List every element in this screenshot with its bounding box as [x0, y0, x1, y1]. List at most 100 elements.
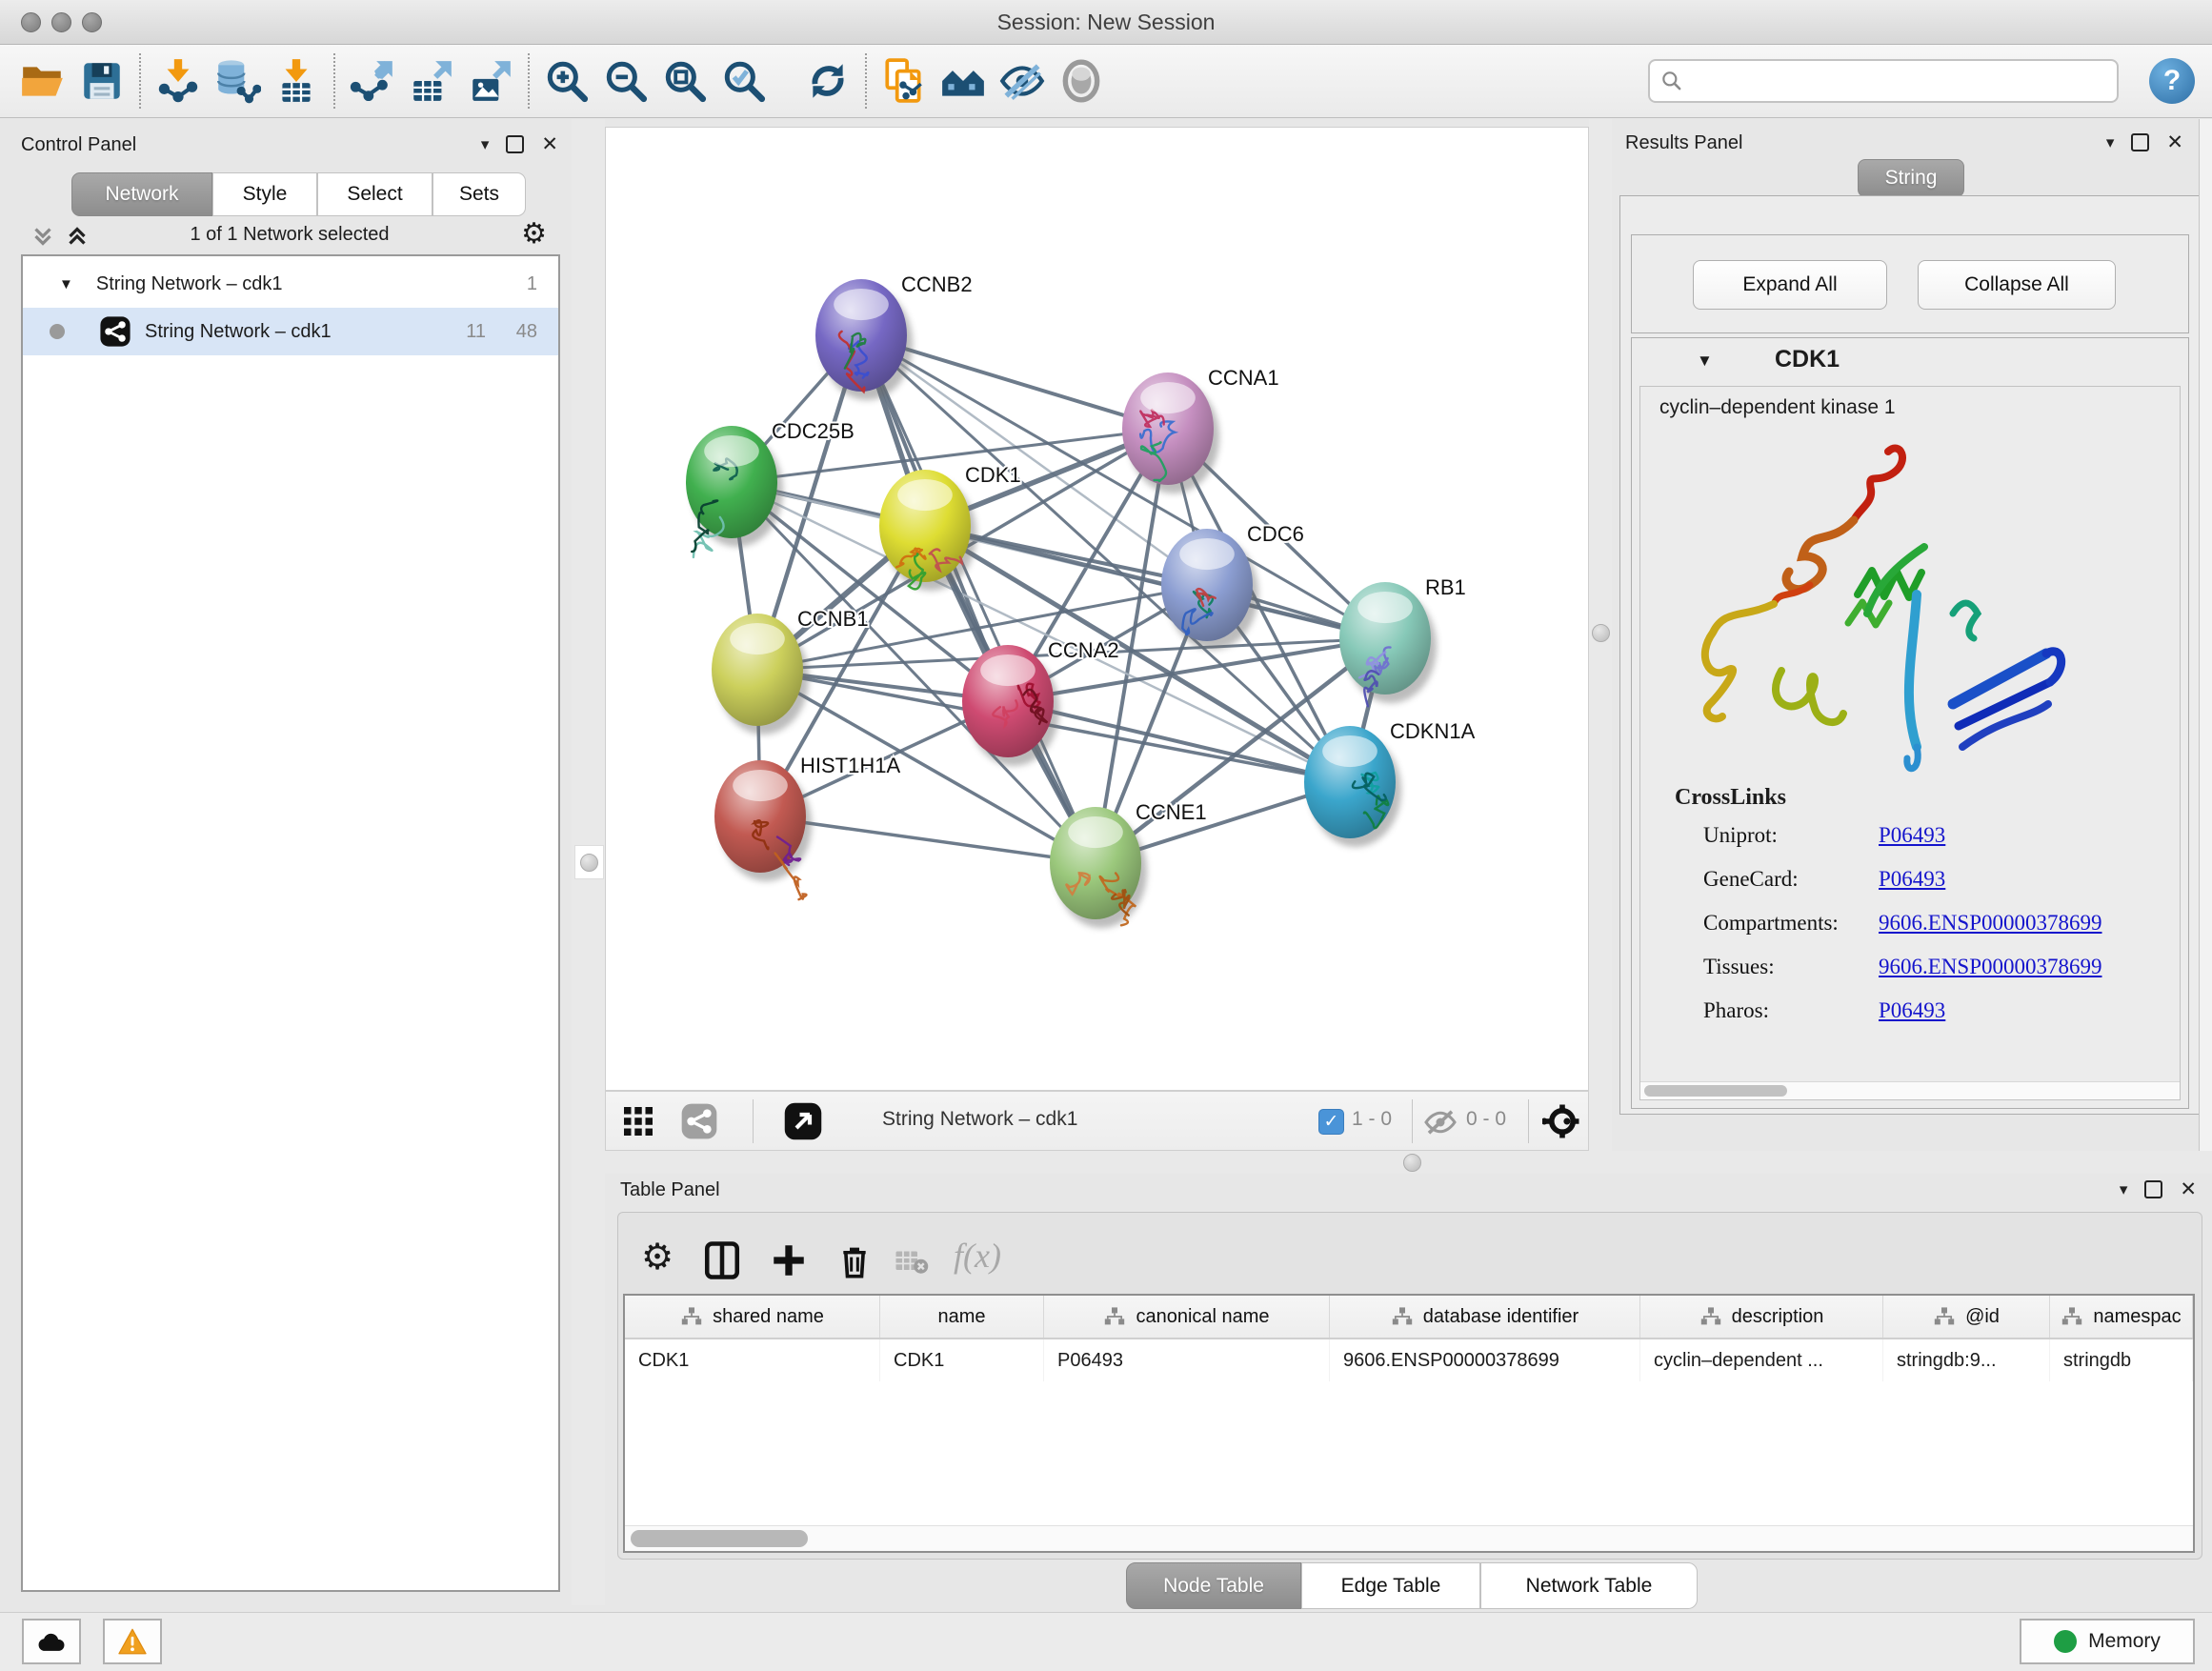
zoom-out-button[interactable]: [596, 51, 655, 111]
control-panel: Control Panel ▾ ✕ Network Style Select S…: [8, 119, 572, 1605]
node-CDC6[interactable]: CDC6: [1161, 522, 1304, 650]
node-CCNE1[interactable]: CCNE1: [1050, 800, 1207, 928]
panel-maximize-icon[interactable]: [2144, 1180, 2162, 1198]
open-session-button[interactable]: [13, 51, 72, 111]
center-view-crosshair-icon[interactable]: [1542, 1101, 1582, 1141]
panel-float-icon[interactable]: ▾: [2120, 1180, 2128, 1199]
column-header-namespac[interactable]: namespac: [2050, 1296, 2193, 1338]
panel-close-icon[interactable]: ✕: [2166, 131, 2183, 154]
panel-float-icon[interactable]: ▾: [481, 135, 490, 154]
clone-network-button[interactable]: [875, 51, 934, 111]
network-canvas[interactable]: CCNB2CCNA1CDC25BCDK1CDC6RB1CCNB1CCNA2CDK…: [605, 127, 1589, 1091]
pharos-link[interactable]: P06493: [1879, 998, 1945, 1022]
save-session-button[interactable]: [72, 51, 131, 111]
import-table-file-button[interactable]: [267, 51, 326, 111]
tissues-link[interactable]: 9606.ENSP00000378699: [1879, 955, 2102, 978]
table-row[interactable]: CDK1CDK1P064939606.ENSP00000378699cyclin…: [625, 1339, 2193, 1381]
network-options-gear-icon[interactable]: ⚙: [521, 220, 547, 249]
detach-view-icon[interactable]: [783, 1101, 823, 1141]
show-hide-graphics-button[interactable]: [993, 51, 1052, 111]
left-splitter-handle[interactable]: [574, 845, 604, 879]
export-image-icon: [467, 57, 514, 105]
export-network-button[interactable]: [343, 51, 402, 111]
collection-expand-triangle-icon[interactable]: ▼: [59, 276, 73, 292]
node-CCNA1[interactable]: CCNA1: [1122, 366, 1279, 493]
tab-string[interactable]: String: [1858, 159, 1964, 197]
results-horizontal-scrollbar[interactable]: [1640, 1081, 2180, 1099]
memory-button[interactable]: Memory: [2020, 1619, 2195, 1664]
node-HIST1H1A[interactable]: HIST1H1A: [714, 754, 900, 899]
cloud-status-button[interactable]: [22, 1619, 81, 1664]
network-collection-row[interactable]: ▼ String Network – cdk1 1: [23, 260, 558, 308]
scrollbar-thumb[interactable]: [1644, 1085, 1787, 1097]
import-network-database-button[interactable]: [208, 51, 267, 111]
tab-network[interactable]: Network: [71, 172, 212, 216]
network-overview-icon[interactable]: [680, 1102, 718, 1140]
column-header-database-identifier[interactable]: database identifier: [1330, 1296, 1640, 1338]
panel-float-icon[interactable]: ▾: [2106, 133, 2115, 152]
node-CCNA2[interactable]: CCNA2: [962, 638, 1119, 766]
panel-maximize-icon[interactable]: [2131, 133, 2149, 151]
panel-maximize-icon[interactable]: [506, 135, 524, 153]
cdk1-collapse-triangle-icon[interactable]: ▼: [1697, 352, 1713, 371]
string-network-graph[interactable]: CCNB2CCNA1CDC25BCDK1CDC6RB1CCNB1CCNA2CDK…: [606, 128, 1588, 1090]
column-header-name[interactable]: name: [880, 1296, 1044, 1338]
tab-style[interactable]: Style: [212, 172, 317, 216]
cell-description[interactable]: cyclin–dependent ...: [1640, 1339, 1883, 1381]
cell-database-identifier[interactable]: 9606.ENSP00000378699: [1330, 1339, 1640, 1381]
node-CCNB2[interactable]: CCNB2: [815, 272, 973, 400]
create-column-plus-icon[interactable]: [769, 1239, 809, 1281]
cell-namespac[interactable]: stringdb: [2050, 1339, 2193, 1381]
right-splitter[interactable]: [1589, 119, 1612, 1151]
panel-close-icon[interactable]: ✕: [2180, 1178, 2197, 1201]
warning-status-button[interactable]: [103, 1619, 162, 1664]
left-splitter[interactable]: [572, 119, 605, 1605]
zoom-fit-button[interactable]: [655, 51, 714, 111]
bottom-splitter-handle[interactable]: [1403, 1154, 1421, 1172]
tab-edge-table[interactable]: Edge Table: [1301, 1562, 1480, 1609]
compartments-link[interactable]: 9606.ENSP00000378699: [1879, 911, 2102, 935]
toolbar-search-field[interactable]: [1648, 59, 2119, 103]
tab-network-table[interactable]: Network Table: [1480, 1562, 1698, 1609]
table-options-gear-icon[interactable]: ⚙: [641, 1239, 674, 1276]
cell--id[interactable]: stringdb:9...: [1883, 1339, 2050, 1381]
scrollbar-thumb[interactable]: [631, 1530, 808, 1547]
network-row[interactable]: String Network – cdk1 11 48: [23, 308, 558, 355]
panel-close-icon[interactable]: ✕: [541, 132, 558, 156]
expand-all-button[interactable]: Expand All: [1693, 260, 1887, 310]
table-horizontal-scrollbar[interactable]: [625, 1525, 2193, 1551]
collapse-all-button[interactable]: Collapse All: [1918, 260, 2116, 310]
zoom-selected-button[interactable]: [714, 51, 774, 111]
birds-eye-grid-icon[interactable]: [621, 1104, 655, 1138]
results-vertical-scrollbar[interactable]: [2199, 119, 2212, 1151]
tab-node-table[interactable]: Node Table: [1126, 1562, 1301, 1609]
uniprot-link[interactable]: P06493: [1879, 823, 1945, 847]
refresh-view-button[interactable]: [798, 51, 857, 111]
search-input[interactable]: [1684, 70, 2107, 93]
node-CDKN1A[interactable]: CDKN1A: [1304, 719, 1476, 847]
zoom-in-button[interactable]: [537, 51, 596, 111]
bottom-splitter[interactable]: [605, 1151, 2212, 1174]
cell-name[interactable]: CDK1: [880, 1339, 1044, 1381]
export-table-button[interactable]: [402, 51, 461, 111]
tab-sets[interactable]: Sets: [432, 172, 526, 216]
tab-select[interactable]: Select: [317, 172, 432, 216]
export-image-button[interactable]: [461, 51, 520, 111]
help-button[interactable]: ?: [2149, 58, 2195, 104]
column-header-shared-name[interactable]: shared name: [625, 1296, 880, 1338]
column-header-canonical-name[interactable]: canonical name: [1044, 1296, 1330, 1338]
level-of-detail-button[interactable]: [1052, 51, 1111, 111]
column-header-description[interactable]: description: [1640, 1296, 1883, 1338]
cell-canonical-name[interactable]: P06493: [1044, 1339, 1330, 1381]
cell-shared-name[interactable]: CDK1: [625, 1339, 880, 1381]
delete-column-trash-icon[interactable]: [835, 1239, 874, 1281]
node-RB1[interactable]: RB1: [1339, 575, 1466, 706]
import-network-file-button[interactable]: [149, 51, 208, 111]
import-table-icon: [272, 57, 320, 105]
show-columns-icon[interactable]: [702, 1239, 742, 1281]
selected-indicator-checkbox[interactable]: ✓: [1318, 1109, 1344, 1135]
home-networks-button[interactable]: [934, 51, 993, 111]
column-header--id[interactable]: @id: [1883, 1296, 2050, 1338]
genecard-link[interactable]: P06493: [1879, 867, 1945, 891]
right-splitter-handle[interactable]: [1592, 624, 1610, 642]
